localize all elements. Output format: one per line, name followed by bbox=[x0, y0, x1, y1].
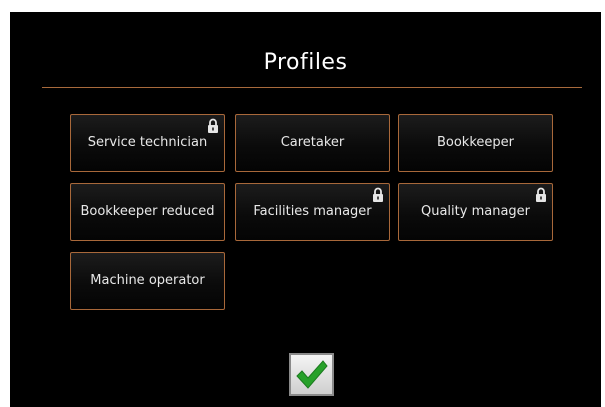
profiles-screen: Profiles Service technician Caretaker Bo… bbox=[10, 12, 601, 407]
profile-button-bookkeeper-reduced[interactable]: Bookkeeper reduced bbox=[70, 183, 225, 241]
profile-button-bookkeeper[interactable]: Bookkeeper bbox=[398, 114, 553, 172]
confirm-button[interactable] bbox=[289, 353, 334, 396]
profile-label: Bookkeeper reduced bbox=[80, 204, 215, 219]
profile-button-facilities-manager[interactable]: Facilities manager bbox=[235, 183, 390, 241]
profile-label: Service technician bbox=[87, 135, 208, 150]
lock-icon bbox=[535, 187, 547, 203]
profile-label: Facilities manager bbox=[253, 204, 372, 219]
profile-label: Machine operator bbox=[90, 273, 205, 288]
profile-label: Caretaker bbox=[280, 135, 345, 150]
profile-label: Quality manager bbox=[420, 204, 530, 219]
page-title: Profiles bbox=[263, 50, 348, 75]
lock-icon bbox=[207, 118, 219, 134]
profile-button-machine-operator[interactable]: Machine operator bbox=[70, 252, 225, 310]
profile-button-caretaker[interactable]: Caretaker bbox=[235, 114, 390, 172]
lock-icon bbox=[372, 187, 384, 203]
title-divider bbox=[42, 87, 582, 88]
profile-label: Bookkeeper bbox=[436, 135, 514, 150]
profile-button-quality-manager[interactable]: Quality manager bbox=[398, 183, 553, 241]
profile-button-service-technician[interactable]: Service technician bbox=[70, 114, 225, 172]
